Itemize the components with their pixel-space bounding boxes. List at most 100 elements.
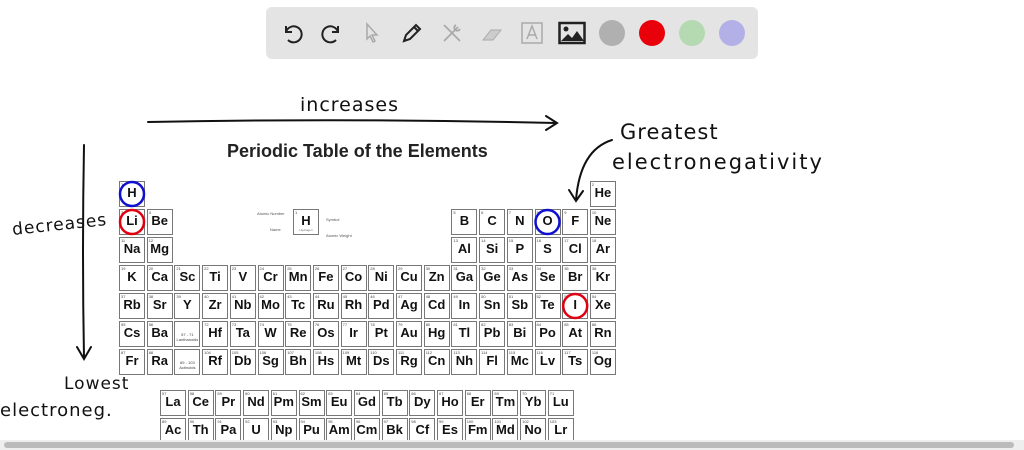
element-Cd: 48 Cd	[423, 293, 450, 319]
element-symbol: Ba	[151, 325, 168, 340]
element-symbol: Mt	[346, 353, 362, 368]
element-symbol: P	[515, 241, 525, 256]
element-Co: 27 Co	[340, 265, 367, 291]
element-symbol: Ra	[151, 353, 168, 368]
annotation-electronegativity: electronegativity	[612, 150, 824, 174]
element-Hg: 80 Hg	[423, 321, 450, 347]
element-N: 7N	[506, 209, 533, 235]
element-symbol: Fr	[125, 353, 139, 368]
element-symbol: Nb	[234, 297, 252, 312]
element-symbol: Lv	[539, 353, 556, 368]
element-Br: 35 Br	[562, 265, 589, 291]
element-symbol: Sc	[179, 269, 196, 284]
color-red[interactable]	[635, 16, 669, 50]
element-symbol: Sg	[262, 353, 279, 368]
color-green[interactable]	[675, 16, 709, 50]
element-Au: 79 Au	[396, 321, 422, 347]
pen-icon[interactable]	[395, 16, 429, 50]
element-symbol: Rb	[123, 297, 141, 312]
element-Po: 84 Po	[534, 321, 561, 347]
element-H: 1H	[119, 181, 145, 207]
element-Ce: 58 Ce	[187, 390, 214, 416]
legend-cell: 1 H Hydrogen	[293, 209, 319, 235]
element-symbol: Pu	[303, 422, 320, 437]
page-title: Periodic Table of the Elements	[227, 141, 488, 161]
tools-icon[interactable]	[435, 16, 469, 50]
element-symbol: Fl	[486, 353, 498, 368]
element-symbol: Mn	[288, 269, 308, 284]
element-Pm: 61 Pm	[270, 390, 297, 416]
element-Pr: 59 Pr	[215, 390, 242, 416]
element-symbol: K	[127, 269, 137, 284]
annotation-increases: increases	[300, 94, 399, 116]
element-In: 49 In	[451, 293, 478, 319]
horizontal-scrollbar[interactable]	[0, 440, 1024, 450]
element-O: 8O	[534, 209, 561, 235]
element-symbol: F	[571, 213, 580, 228]
placeholder-label: 57 - 71 Lanthanoids	[176, 332, 199, 342]
element-Ra: 88 Ra	[146, 349, 173, 375]
element-Mn: 25 Mn	[285, 265, 312, 291]
element-Ti: 22 Ti	[202, 265, 229, 291]
arrow-down	[76, 144, 92, 361]
element-I: 53 I	[562, 293, 589, 319]
element-W: 74 W	[257, 321, 284, 347]
element-symbol: At	[568, 325, 583, 340]
element-Hs: 108 Hs	[312, 349, 339, 375]
color-purple[interactable]	[715, 16, 749, 50]
placeholder-cell: 89 - 103 Actinoids	[174, 349, 201, 375]
element-Ho: 67 Ho	[437, 390, 463, 416]
element-symbol: Po	[539, 325, 556, 340]
element-Bi: 83 Bi	[506, 321, 533, 347]
element-symbol: Mg	[150, 241, 170, 256]
element-Ag: 47 Ag	[396, 293, 422, 319]
element-Ir: 77 Ir	[340, 321, 367, 347]
element-V: 23 V	[229, 265, 256, 291]
element-Se: 34 Se	[534, 265, 561, 291]
undo-icon[interactable]	[275, 16, 309, 50]
eraser-icon[interactable]	[475, 16, 509, 50]
element-P: 15 P	[506, 237, 533, 263]
element-symbol: I	[573, 297, 577, 312]
element-Mg: 12 Mg	[146, 237, 173, 263]
element-Bh: 107 Bh	[285, 349, 312, 375]
element-Nh: 113 Nh	[451, 349, 478, 375]
element-symbol: Al	[457, 241, 471, 256]
element-symbol: C	[487, 213, 497, 228]
element-Zr: 40 Zr	[202, 293, 229, 319]
element-symbol: Dy	[413, 394, 431, 409]
color-gray[interactable]	[595, 16, 629, 50]
legend-symbol: Symbol	[326, 217, 340, 222]
element-symbol: Ca	[151, 269, 168, 284]
element-symbol: Ga	[455, 269, 474, 284]
annotation-lowest: Lowest	[64, 374, 130, 394]
element-symbol: Yb	[524, 394, 542, 409]
redo-icon[interactable]	[315, 16, 349, 50]
element-C: 6C	[479, 209, 506, 235]
element-symbol: Cs	[123, 325, 141, 340]
element-Y: 39 Y	[174, 293, 201, 319]
element-Na: 11 Na	[119, 237, 145, 263]
element-symbol: B	[459, 213, 470, 228]
legend-atomic-number: Atomic Number	[257, 211, 285, 216]
element-La: 57 La	[160, 390, 186, 416]
element-Te: 52 Te	[534, 293, 561, 319]
element-S: 16 S	[534, 237, 561, 263]
text-icon[interactable]	[515, 16, 549, 50]
legend-sample-name: Hydrogen	[299, 228, 313, 232]
element-Sc: 21 Sc	[174, 265, 201, 291]
element-symbol: Au	[400, 325, 418, 340]
scrollbar-thumb[interactable]	[4, 442, 1014, 448]
element-Er: 68 Er	[464, 390, 491, 416]
element-symbol: Li	[126, 213, 138, 228]
element-symbol: Pm	[273, 394, 294, 409]
element-symbol: Ne	[594, 213, 612, 228]
element-symbol: Og	[593, 353, 612, 368]
select-icon[interactable]	[355, 16, 389, 50]
element-Be: 4 Be	[146, 209, 173, 235]
element-symbol: Os	[317, 325, 335, 340]
element-symbol: Pb	[483, 325, 501, 340]
image-icon[interactable]	[555, 16, 589, 50]
annotation-electroneg: electroneg.	[0, 400, 113, 421]
element-symbol: Cu	[400, 269, 418, 284]
